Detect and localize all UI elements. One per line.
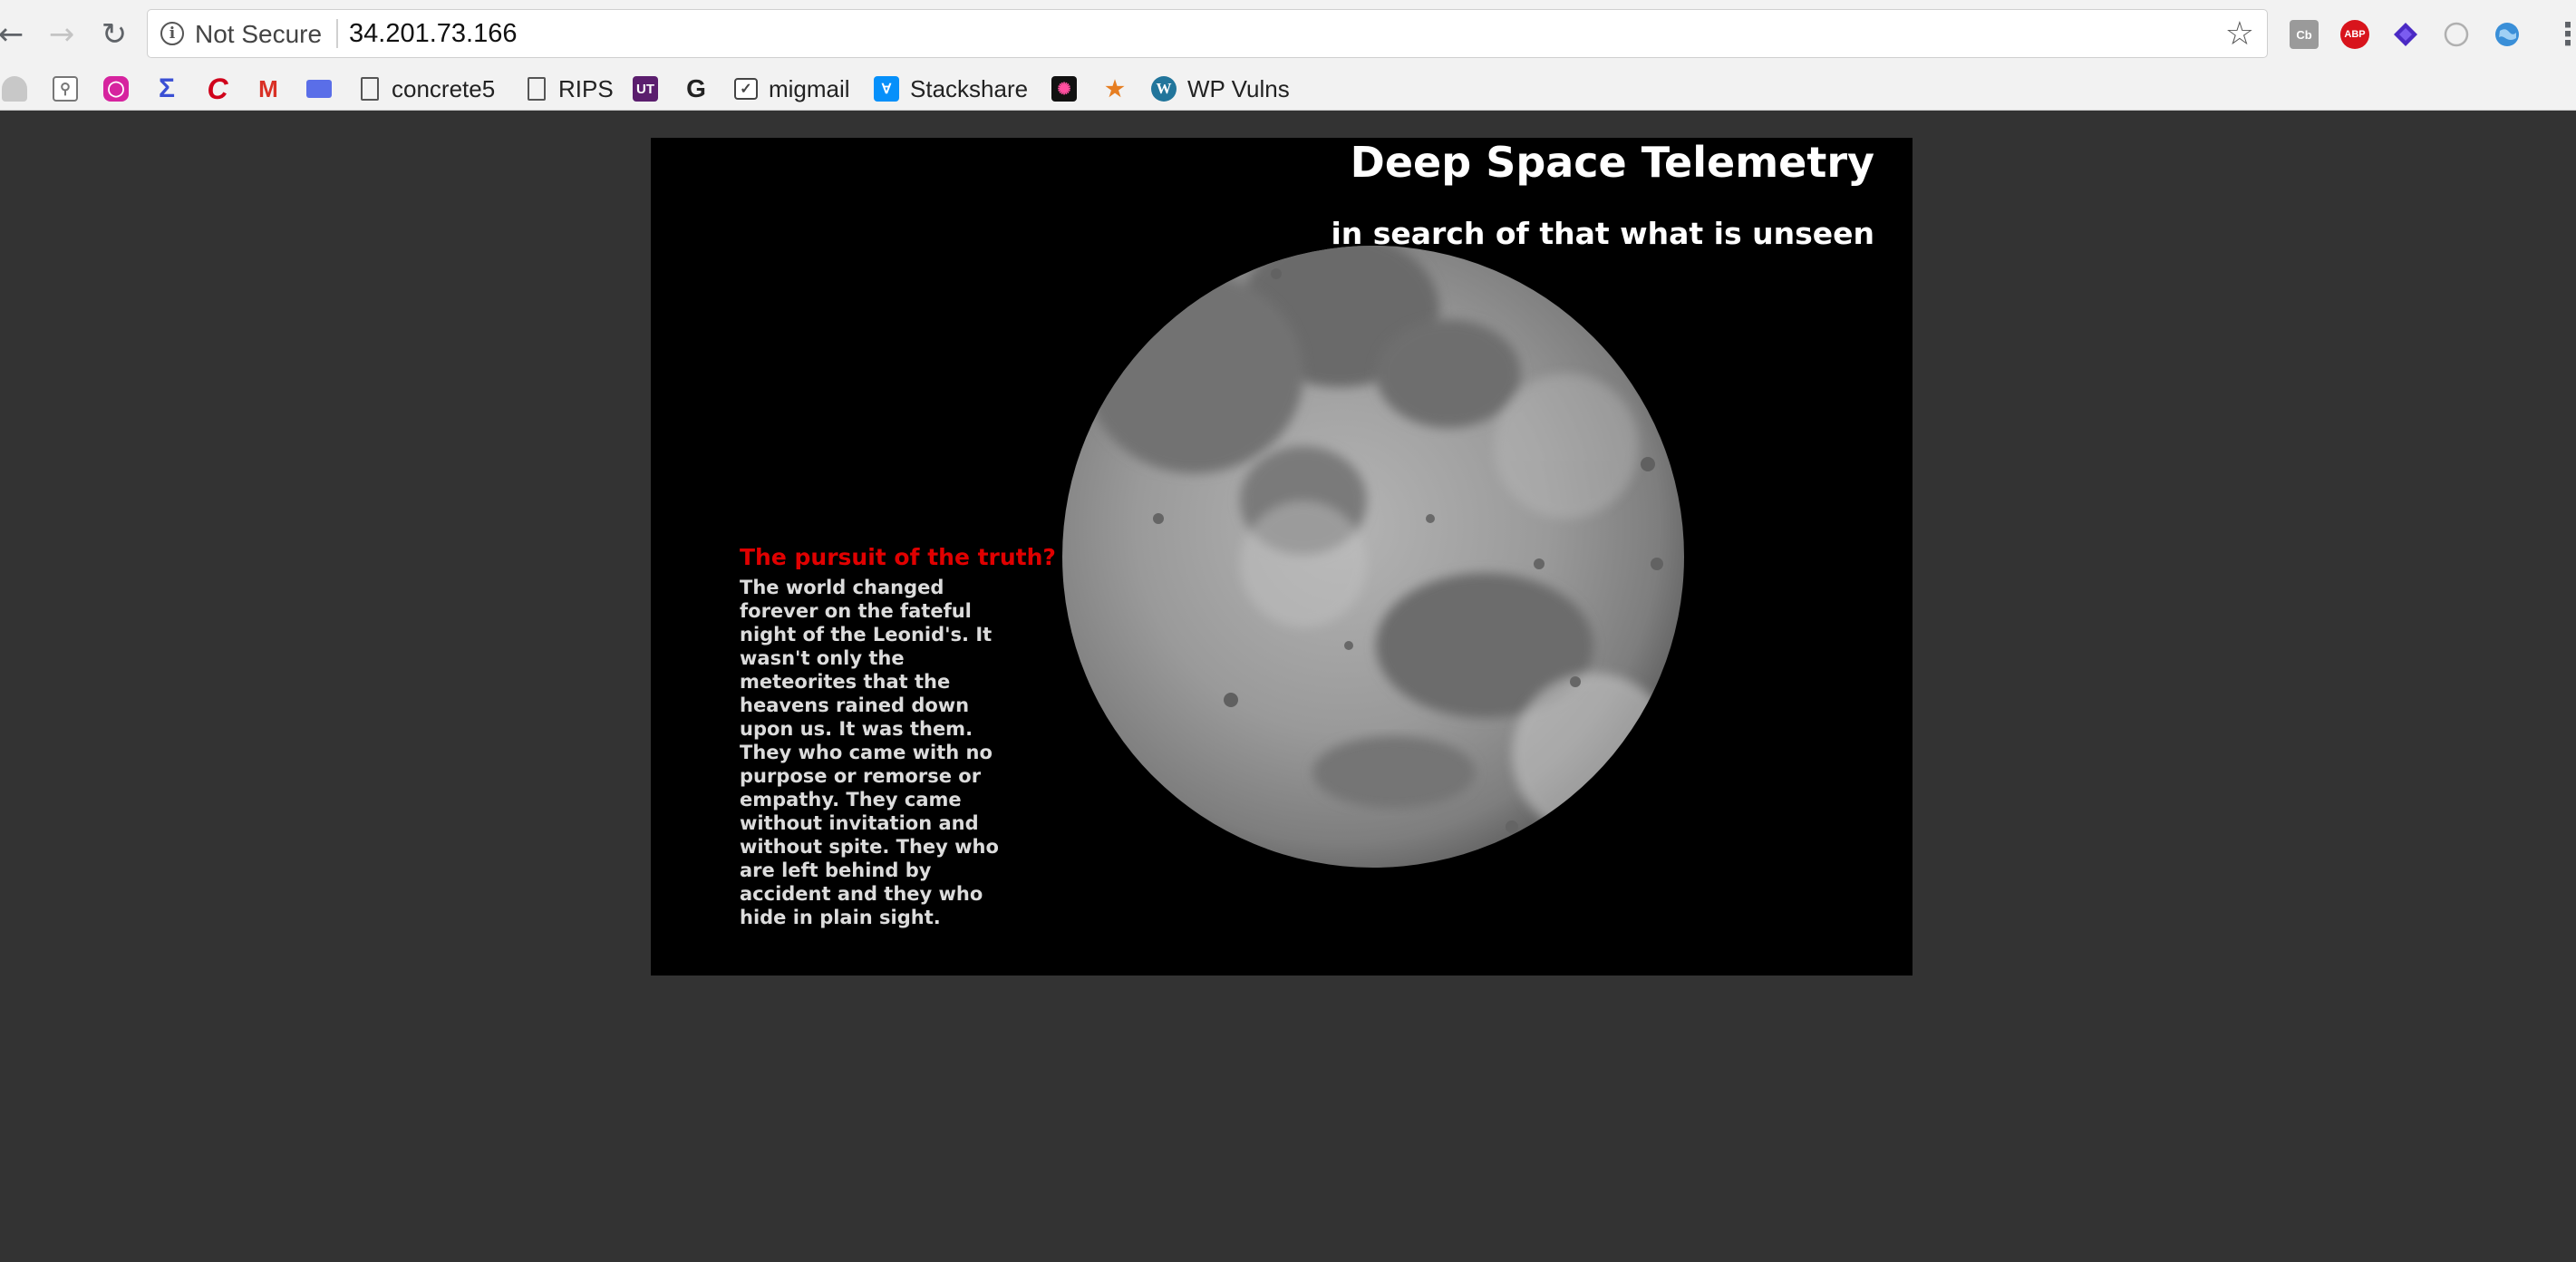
chef-hat-icon [2,76,27,102]
mail-check-icon: ✓ [734,78,758,100]
hero-banner: Deep Space Telemetry in search of that w… [651,138,1913,976]
cb-extension-label: Cb [2296,27,2312,42]
url-text[interactable]: 34.201.73.166 [349,19,517,49]
globe-extension-icon[interactable] [2493,20,2522,49]
bookmark-star-icon[interactable]: ☆ [2225,15,2254,53]
page-icon [361,77,379,101]
gmail-icon: M [258,74,278,102]
bookmark-search-icon[interactable]: ⚲ [53,73,78,105]
bookmarks-bar: ⚲ ◯ Σ C M concrete5 RIPS UT G ✓ migmail … [0,69,2576,111]
bookmark-label: RIPS [558,74,614,102]
bookmark-google[interactable]: G [683,73,709,105]
c-brand-icon: C [207,72,228,105]
instagram-icon: ◯ [103,76,129,102]
magnifier-icon: ⚲ [53,76,78,102]
adblock-plus-icon[interactable]: ABP [2340,20,2369,49]
security-label[interactable]: Not Secure [195,20,322,49]
back-icon[interactable]: ← [0,15,31,54]
circle-extension-icon[interactable] [2442,20,2471,49]
bookmark-rips[interactable]: RIPS [528,73,614,105]
ut-icon: UT [633,76,658,102]
bookmark-spark[interactable]: ✺ [1051,73,1077,105]
wordpress-icon: W [1151,76,1177,102]
browser-menu-icon[interactable]: ⋮ [2552,16,2576,53]
bookmark-label: Stackshare [910,74,1029,102]
story-heading: The pursuit of the truth? [740,544,1056,570]
address-bar[interactable]: i Not Secure 34.201.73.166 ☆ [147,9,2268,58]
story-block: The pursuit of the truth? The world chan… [740,544,1056,929]
bookmark-label: WP Vulns [1187,74,1290,102]
reload-icon[interactable]: ↻ [94,15,134,54]
bookmark-label: concrete5 [392,74,496,102]
page-icon [528,77,546,101]
bug-icon: ★ [1105,76,1125,102]
hero-subtitle: in search of that what is unseen [1331,216,1874,251]
bookmark-ut[interactable]: UT [633,73,658,105]
bookmark-concrete5[interactable]: concrete5 [361,73,495,105]
bookmark-bug[interactable]: ★ [1102,73,1128,105]
bookmark-wp-vulns[interactable]: W WP Vulns [1151,73,1290,105]
story-body: The world changed forever on the fateful… [740,577,999,928]
google-g-icon: G [686,74,706,102]
bookmark-chef-icon[interactable] [2,73,27,105]
info-icon[interactable]: i [160,22,184,45]
browser-toolbar: ← → ↻ i Not Secure 34.201.73.166 ☆ Cb AB… [0,0,2576,69]
address-divider [336,19,338,48]
bookmark-gmail[interactable]: M [256,73,281,105]
bookmark-label: migmail [769,74,850,102]
forward-icon[interactable]: → [42,15,82,54]
bookmark-instagram[interactable]: ◯ [103,73,129,105]
bookmark-sigma[interactable]: Σ [154,73,179,105]
stackshare-icon: ∀ [874,76,899,102]
bookmark-c-brand[interactable]: C [205,73,230,105]
bookmark-migmail[interactable]: ✓ migmail [734,73,850,105]
bookmark-stackshare[interactable]: ∀ Stackshare [874,73,1028,105]
abp-extension-label: ABP [2344,29,2366,40]
sigma-icon: Σ [158,73,175,103]
stack-extension-icon[interactable] [2391,20,2420,49]
hero-title: Deep Space Telemetry [1350,138,1874,187]
page-viewport: Deep Space Telemetry in search of that w… [0,111,2576,1262]
cb-extension-icon[interactable]: Cb [2290,20,2319,49]
envelope-icon [306,80,332,98]
spark-icon: ✺ [1051,76,1077,102]
bookmark-mail[interactable] [306,73,332,105]
